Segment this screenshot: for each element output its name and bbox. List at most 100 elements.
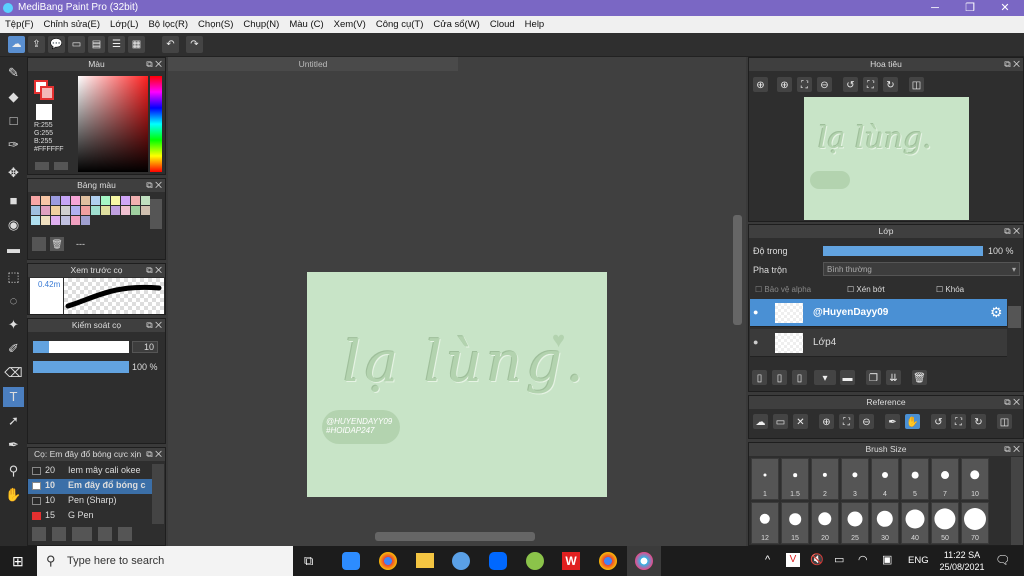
palette-swatch[interactable] [131,206,140,215]
panel-close-icon[interactable]: ⧉ ✕ [146,179,162,192]
palette-swatch[interactable] [91,196,100,205]
share-icon[interactable]: ⇪ [28,36,45,53]
new-brush-icon[interactable] [52,527,66,541]
panel-close-icon[interactable]: ⧉ ✕ [1004,443,1020,456]
zalo-icon[interactable] [489,552,507,570]
eraser-icon[interactable]: ◆ [3,87,24,107]
palette-swatch[interactable] [71,196,80,205]
folder-icon[interactable] [98,527,112,541]
lock-checkbox[interactable]: ☐ Khóa [936,285,964,294]
palette-swatch[interactable] [131,196,140,205]
palette-swatch[interactable] [71,216,80,225]
menu-tools[interactable]: Công cụ(T) [371,16,429,33]
current-color[interactable] [36,104,52,120]
fill-shape-icon[interactable]: ■ [3,191,24,211]
hand-icon[interactable]: ✋ [905,414,920,429]
grid-icon[interactable]: ▦ [128,36,145,53]
brush-item[interactable]: 15 G Pen [28,509,152,524]
brush-list-scrollbar[interactable] [152,464,164,524]
palette-swatch[interactable] [111,206,120,215]
brush-size-cell[interactable]: 5 [901,458,929,500]
palette-swatch[interactable] [41,216,50,225]
search-box[interactable]: ⚲ Type here to search [37,546,293,576]
add-brush-icon[interactable] [32,527,46,541]
medibang-taskbar-button[interactable] [627,546,661,576]
move-icon[interactable]: ✥ [3,163,24,183]
close-button[interactable]: ✕ [990,1,1020,15]
chevron-up-icon[interactable]: ^ [765,554,770,566]
lasso-icon[interactable]: ◌ [3,291,24,311]
gear-icon[interactable]: ⚙ [990,304,1003,321]
list-icon[interactable]: ☰ [108,36,125,53]
vietkey-icon[interactable]: V [786,553,800,567]
brush-size-cell[interactable]: 2 [811,458,839,500]
palette-scrollbar[interactable] [150,199,162,229]
zoom-out-icon[interactable]: ⊖ [859,414,874,429]
panel-close-icon[interactable]: ⧉ ✕ [1004,225,1020,238]
hand-icon[interactable]: ✋ [3,485,24,505]
brush-size-cell[interactable]: 7 [931,458,959,500]
menu-cloud[interactable]: Cloud [485,16,520,33]
palette-swatch[interactable] [41,206,50,215]
cloud-icon[interactable]: ☁ [8,36,25,53]
color-remove-icon[interactable] [54,162,68,170]
zoom-in-icon[interactable]: ⊕ [819,414,834,429]
menu-select[interactable]: Chọn(S) [193,16,238,33]
brush-size-cell[interactable]: 70 [961,502,989,544]
canvas-horizontal-scrollbar[interactable] [375,532,535,541]
cococ-icon[interactable] [526,552,544,570]
panel-close-icon[interactable]: ⧉ ✕ [146,319,162,332]
palette-swatch[interactable] [111,196,120,205]
windows-start-icon[interactable]: ⊞ [12,553,24,570]
pen-icon[interactable]: ✑ [3,135,24,155]
battery-icon[interactable]: ▭ [834,553,844,566]
palette-swatch[interactable] [81,216,90,225]
palette-swatch[interactable] [31,206,40,215]
zoom-app-icon[interactable] [342,552,360,570]
palette-swatch[interactable] [81,196,90,205]
notification-icon[interactable]: 🗨 [995,553,1010,567]
maximize-button[interactable]: ❐ [955,1,985,15]
wifi-icon[interactable]: ◠ [858,553,868,566]
display-icon[interactable]: ▣ [882,553,892,566]
trash-icon[interactable]: 🗑 [50,237,64,251]
zoom-in-icon[interactable]: ⊕ [753,77,768,92]
layer-row[interactable]: ● Lớp4 [750,329,1007,357]
brush-size-cell[interactable]: 50 [931,502,959,544]
reset-icon[interactable]: ⛶ [951,414,966,429]
duplicate-icon[interactable]: ❐ [866,370,881,385]
folder-open-icon[interactable]: ▭ [773,414,788,429]
palette-swatch[interactable] [41,196,50,205]
protect-alpha-checkbox[interactable]: ☐ Bảo vệ alpha [755,285,811,294]
redo-icon[interactable]: ↷ [186,36,203,53]
brush-size-cell[interactable]: 1 [751,458,779,500]
palette-swatch[interactable] [51,196,60,205]
magic-wand-icon[interactable]: ✦ [3,315,24,335]
panel-close-icon[interactable]: ⧉ ✕ [1004,58,1020,71]
palette-swatch[interactable] [51,206,60,215]
operation-icon[interactable]: ➚ [3,411,24,431]
mute-icon[interactable]: 🔇 [810,553,824,566]
menu-file[interactable]: Tệp(F) [0,16,39,33]
brush-menu-icon[interactable] [72,527,92,541]
panel-close-icon[interactable]: ⧉ ✕ [146,264,162,277]
panel-close-icon[interactable]: ⧉ ✕ [146,448,162,461]
brush-item[interactable]: 20 Iem mây cali okee [28,464,152,479]
copy-icon[interactable] [118,527,132,541]
rotate-left-icon[interactable]: ↺ [843,77,858,92]
dropper-icon[interactable]: ✒ [3,435,24,455]
palette-swatch[interactable] [101,196,110,205]
navigator-preview[interactable]: lạ lùng. [804,97,969,220]
layer-row-selected[interactable]: ● @HuyenDayy09 ⚙ [750,299,1007,327]
opacity-slider[interactable] [33,361,129,373]
new-palette-icon[interactable] [32,237,46,251]
add-layer-menu-icon[interactable]: ▾ [814,370,836,385]
menu-capture[interactable]: Chụp(N) [238,16,284,33]
layer-scrollbar[interactable] [1008,306,1021,328]
minimize-button[interactable]: ─ [920,1,950,15]
palette-swatch[interactable] [61,196,70,205]
brush-size-cell[interactable]: 4 [871,458,899,500]
undo-icon[interactable]: ↶ [162,36,179,53]
brush-size-cell[interactable]: 40 [901,502,929,544]
wps-icon[interactable]: W [562,552,580,570]
